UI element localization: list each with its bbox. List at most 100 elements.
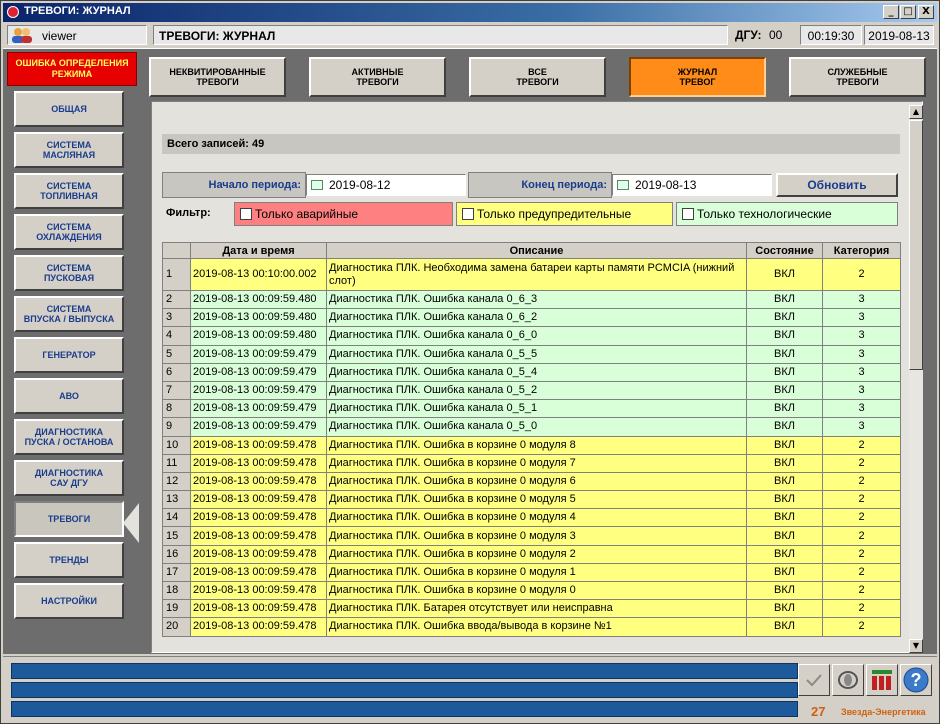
row-number: 6 xyxy=(162,362,191,382)
table-row[interactable]: 16 2019-08-13 00:09:59.478 Диагностика ПЛК… xyxy=(162,544,901,564)
row-state: ВКЛ xyxy=(746,544,823,564)
filter-warning-label: Только предупредительные xyxy=(477,207,632,221)
row-description: Диагностика ПЛК. Ошибка в корзине 0 моду… xyxy=(326,453,747,473)
sidebar-item-intake-exhaust[interactable]: СИСТЕМА ВПУСКА / ВЫПУСКА xyxy=(14,296,124,332)
sidebar-item-alarms[interactable]: ТРЕВОГИ xyxy=(14,501,124,537)
message-line[interactable] xyxy=(11,682,798,698)
user-box[interactable]: viewer xyxy=(7,25,147,45)
table-row[interactable]: 2 2019-08-13 00:09:59.480 Диагностика ПЛК.… xyxy=(162,289,901,310)
close-button[interactable]: X xyxy=(918,5,934,19)
table-row[interactable]: 17 2019-08-13 00:09:59.478 Диагностика ПЛК… xyxy=(162,562,901,583)
checkbox-icon[interactable] xyxy=(462,208,474,220)
sidebar-item-oil-system[interactable]: СИСТЕМА МАСЛЯНАЯ xyxy=(14,132,124,168)
vertical-scrollbar[interactable]: ▲ ▼ xyxy=(909,105,923,653)
sidebar-item-fuel-system[interactable]: СИСТЕМА ТОПЛИВНАЯ xyxy=(14,173,124,209)
checkbox-icon[interactable] xyxy=(682,208,694,220)
row-category: 2 xyxy=(822,258,901,291)
col-datetime[interactable]: Дата и время xyxy=(190,242,327,259)
sidebar-item-generator[interactable]: ГЕНЕРАТОР xyxy=(14,337,124,373)
message-line[interactable] xyxy=(11,663,798,679)
username: viewer xyxy=(42,29,77,43)
calendar-icon[interactable] xyxy=(311,180,323,190)
row-category: 2 xyxy=(822,544,901,564)
table-row[interactable]: 4 2019-08-13 00:09:59.480 Диагностика ПЛК.… xyxy=(162,326,901,346)
sidebar-item-trends[interactable]: ТРЕНДЫ xyxy=(14,542,124,578)
main-area: ОШИБКА ОПРЕДЕЛЕНИЯ РЕЖИМА ОБЩАЯ СИСТЕМА … xyxy=(3,48,937,654)
col-category[interactable]: Категория xyxy=(822,242,901,259)
journal-table: Дата и время Описание Состояние Категори… xyxy=(162,242,901,637)
table-row[interactable]: 19 2019-08-13 00:09:59.478 Диагностика ПЛК… xyxy=(162,599,901,619)
row-category: 2 xyxy=(822,580,901,601)
tab-service[interactable]: СЛУЖЕБНЫЕ ТРЕВОГИ xyxy=(789,57,926,97)
sidebar-item-sau-diag[interactable]: ДИАГНОСТИКА САУ ДГУ xyxy=(14,460,124,496)
row-number: 18 xyxy=(162,580,191,601)
row-category: 3 xyxy=(822,362,901,382)
row-state: ВКЛ xyxy=(746,617,823,637)
table-row[interactable]: 1 2019-08-13 00:10:00.002 Диагностика ПЛК.… xyxy=(162,258,901,291)
dgu-value: 00 xyxy=(769,28,783,42)
table-row[interactable]: 3 2019-08-13 00:09:59.480 Диагностика ПЛК.… xyxy=(162,308,901,328)
tab-journal[interactable]: ЖУРНАЛ ТРЕВОГ xyxy=(629,57,766,97)
table-row[interactable]: 9 2019-08-13 00:09:59.479 Диагностика ПЛК.… xyxy=(162,417,901,437)
table-row[interactable]: 6 2019-08-13 00:09:59.479 Диагностика ПЛК.… xyxy=(162,362,901,382)
row-category: 2 xyxy=(822,526,901,546)
col-description[interactable]: Описание xyxy=(326,242,747,259)
status-panel-icon[interactable] xyxy=(866,664,898,696)
start-date-input[interactable]: 2019-08-12 xyxy=(306,174,466,196)
row-datetime: 2019-08-13 00:09:59.479 xyxy=(190,362,327,382)
checkbox-icon[interactable] xyxy=(240,208,252,220)
row-number: 14 xyxy=(162,508,191,528)
message-line[interactable] xyxy=(11,701,798,717)
row-datetime: 2019-08-13 00:09:59.478 xyxy=(190,508,327,528)
col-state[interactable]: Состояние xyxy=(746,242,823,259)
scroll-thumb[interactable] xyxy=(909,120,923,370)
row-datetime: 2019-08-13 00:09:59.478 xyxy=(190,580,327,601)
row-state: ВКЛ xyxy=(746,526,823,546)
calendar-icon[interactable] xyxy=(617,180,629,190)
table-row[interactable]: 18 2019-08-13 00:09:59.478 Диагностика ПЛК… xyxy=(162,580,901,601)
filter-technological[interactable]: Только технологические xyxy=(676,202,898,226)
sidebar-item-general[interactable]: ОБЩАЯ xyxy=(14,91,124,127)
refresh-button[interactable]: Обновить xyxy=(776,173,898,197)
filter-warning[interactable]: Только предупредительные xyxy=(456,202,673,226)
row-category: 2 xyxy=(822,617,901,637)
sidebar-item-settings[interactable]: НАСТРОЙКИ xyxy=(14,583,124,619)
table-row[interactable]: 15 2019-08-13 00:09:59.478 Диагностика ПЛК… xyxy=(162,526,901,546)
sidebar-item-start-stop-diag[interactable]: ДИАГНОСТИКА ПУСКА / ОСТАНОВА xyxy=(14,419,124,455)
table-row[interactable]: 12 2019-08-13 00:09:59.478 Диагностика ПЛК… xyxy=(162,471,901,492)
scroll-down-icon[interactable]: ▼ xyxy=(909,639,923,653)
table-row[interactable]: 5 2019-08-13 00:09:59.479 Диагностика ПЛК.… xyxy=(162,344,901,364)
maximize-button[interactable]: □ xyxy=(900,5,916,19)
row-description: Диагностика ПЛК. Ошибка в корзине 0 моду… xyxy=(326,490,747,510)
end-date-input[interactable]: 2019-08-13 xyxy=(612,174,772,196)
title-bar: ТРЕВОГИ: ЖУРНАЛ _ □ X xyxy=(3,3,937,22)
row-description: Диагностика ПЛК. Ошибка канала 0_5_0 xyxy=(326,417,747,437)
row-number: 1 xyxy=(162,258,191,291)
table-row[interactable]: 20 2019-08-13 00:09:59.478 Диагностика ПЛК… xyxy=(162,617,901,637)
minimize-button[interactable]: _ xyxy=(883,5,899,19)
scroll-up-icon[interactable]: ▲ xyxy=(909,105,923,119)
sound-off-icon[interactable] xyxy=(832,664,864,696)
row-category: 2 xyxy=(822,508,901,528)
sidebar-item-start-system[interactable]: СИСТЕМА ПУСКОВАЯ xyxy=(14,255,124,291)
row-category: 3 xyxy=(822,289,901,310)
table-row[interactable]: 10 2019-08-13 00:09:59.478 Диагностика ПЛК… xyxy=(162,435,901,455)
sidebar-item-avo[interactable]: АВО xyxy=(14,378,124,414)
table-row[interactable]: 8 2019-08-13 00:09:59.479 Диагностика ПЛК.… xyxy=(162,399,901,419)
acknowledge-icon[interactable] xyxy=(798,664,830,696)
col-index[interactable] xyxy=(162,242,191,259)
tab-active[interactable]: АКТИВНЫЕ ТРЕВОГИ xyxy=(309,57,446,97)
filter-emergency[interactable]: Только аварийные xyxy=(234,202,453,226)
table-row[interactable]: 13 2019-08-13 00:09:59.478 Диагностика ПЛК… xyxy=(162,490,901,510)
table-row[interactable]: 11 2019-08-13 00:09:59.478 Диагностика ПЛК… xyxy=(162,453,901,473)
table-row[interactable]: 7 2019-08-13 00:09:59.479 Диагностика ПЛК.… xyxy=(162,380,901,401)
tab-all[interactable]: ВСЕ ТРЕВОГИ xyxy=(469,57,606,97)
table-row[interactable]: 14 2019-08-13 00:09:59.478 Диагностика ПЛК… xyxy=(162,508,901,528)
brand-label: Звезда-Энергетика xyxy=(841,707,926,717)
help-icon[interactable]: ? xyxy=(900,664,932,696)
row-number: 10 xyxy=(162,435,191,455)
tab-unacknowledged[interactable]: НЕКВИТИРОВАННЫЕ ТРЕВОГИ xyxy=(149,57,286,97)
sidebar-item-cooling-system[interactable]: СИСТЕМА ОХЛАЖДЕНИЯ xyxy=(14,214,124,250)
row-description: Диагностика ПЛК. Ошибка в корзине 0 моду… xyxy=(326,435,747,455)
row-state: ВКЛ xyxy=(746,362,823,382)
